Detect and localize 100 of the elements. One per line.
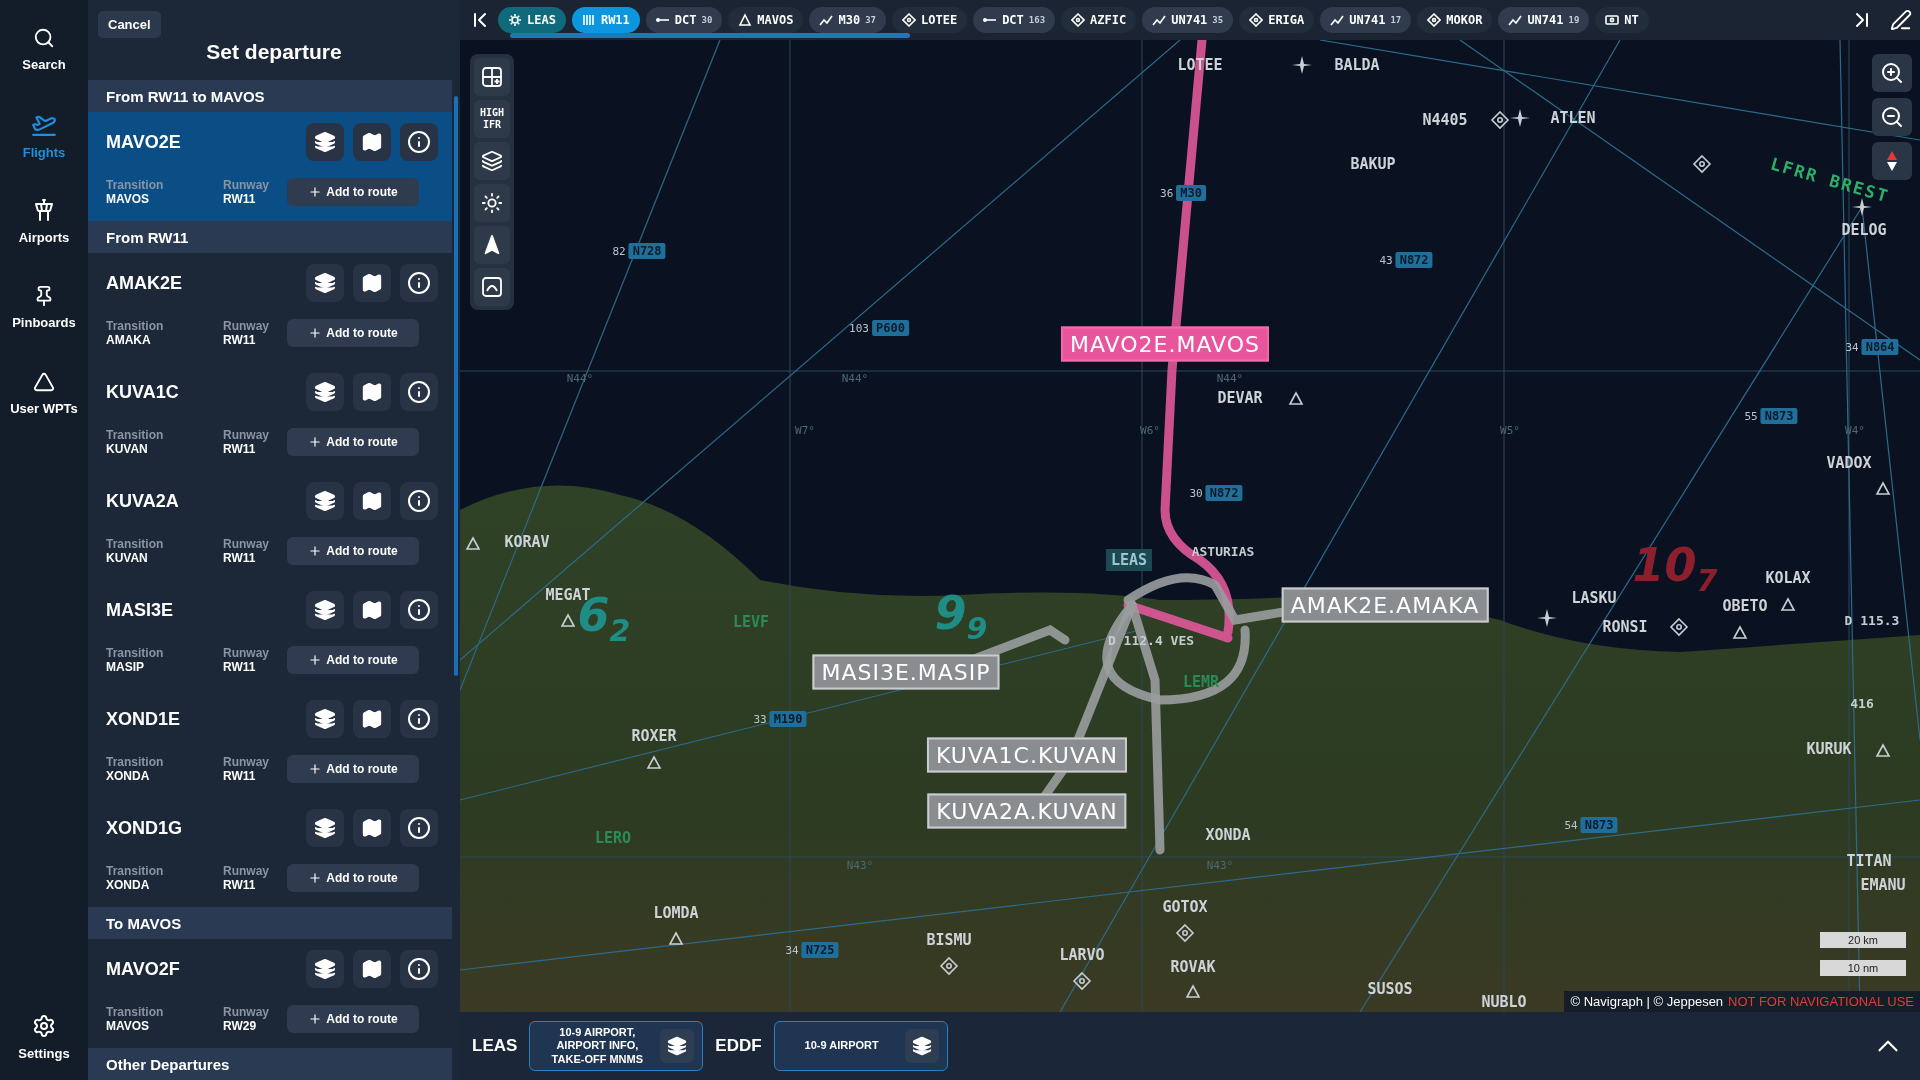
layers-button[interactable] bbox=[474, 142, 510, 180]
route-item[interactable]: NT bbox=[1595, 7, 1649, 33]
transition-value: MASIP bbox=[106, 660, 145, 674]
layers-button[interactable] bbox=[306, 700, 344, 738]
route-mode-button[interactable] bbox=[474, 268, 510, 306]
route-item[interactable]: ERIGA bbox=[1239, 7, 1315, 33]
runway-label: Runway bbox=[223, 428, 270, 442]
layers-button[interactable] bbox=[306, 591, 344, 629]
add-to-route-button[interactable]: Add to route bbox=[287, 646, 419, 674]
info-icon bbox=[407, 489, 431, 513]
map-button[interactable] bbox=[353, 373, 391, 411]
info-button[interactable] bbox=[400, 809, 438, 847]
route-item[interactable]: UN741 35 bbox=[1142, 7, 1234, 33]
procedure-name: KUVA2A bbox=[106, 490, 180, 512]
leg-distance: 30 bbox=[701, 15, 713, 25]
info-button[interactable] bbox=[400, 264, 438, 302]
layers-button[interactable] bbox=[306, 950, 344, 988]
nav-item[interactable]: User WPTs bbox=[4, 358, 84, 428]
grid-altitude-number: 10$_{7}$ bbox=[1632, 537, 1718, 599]
map-button[interactable] bbox=[353, 591, 391, 629]
scrollbar[interactable] bbox=[454, 96, 458, 676]
cancel-button[interactable]: Cancel bbox=[98, 11, 161, 38]
airway-distance: 43 bbox=[1379, 253, 1393, 267]
chart-button[interactable]: 10-9 AIRPORT, AIRPORT INFO, TAKE-OFF MNMS bbox=[529, 1021, 704, 1071]
runway-value: RW11 bbox=[223, 769, 257, 783]
nav-item[interactable]: Pinboards bbox=[4, 272, 84, 342]
map-button[interactable] bbox=[353, 123, 391, 161]
map-button[interactable] bbox=[353, 264, 391, 302]
layers-button[interactable] bbox=[306, 264, 344, 302]
add-to-route-button[interactable]: Add to route bbox=[287, 1005, 419, 1033]
waypoint-label: LARVO bbox=[1059, 946, 1105, 964]
add-chart-button[interactable] bbox=[474, 58, 510, 96]
brightness-button[interactable] bbox=[474, 184, 510, 222]
map-icon bbox=[361, 958, 383, 980]
map-button[interactable] bbox=[353, 482, 391, 520]
route-item[interactable]: M30 37 bbox=[809, 7, 886, 33]
layers-icon bbox=[314, 381, 336, 403]
route-item[interactable]: DCT 163 bbox=[973, 7, 1056, 33]
route-item[interactable]: UN741 19 bbox=[1498, 7, 1590, 33]
info-button[interactable] bbox=[400, 950, 438, 988]
sun-icon bbox=[481, 192, 503, 214]
map-icon bbox=[361, 131, 383, 153]
leg-distance: 17 bbox=[1390, 15, 1402, 25]
info-button[interactable] bbox=[400, 123, 438, 161]
info-icon bbox=[407, 598, 431, 622]
layers-button[interactable] bbox=[306, 373, 344, 411]
map-button[interactable] bbox=[353, 950, 391, 988]
transition-label: Transition bbox=[106, 428, 165, 442]
route-item[interactable]: DCT 30 bbox=[645, 7, 723, 33]
waypoint-label: GOTOX bbox=[1162, 898, 1208, 916]
transition-label: Transition bbox=[106, 319, 165, 333]
map-button[interactable] bbox=[353, 700, 391, 738]
route-item[interactable]: LOTEE bbox=[892, 7, 968, 33]
add-to-route-button[interactable]: Add to route bbox=[287, 178, 419, 206]
layers-button[interactable] bbox=[306, 482, 344, 520]
route-item[interactable]: LEAS bbox=[498, 7, 566, 33]
info-button[interactable] bbox=[400, 700, 438, 738]
procedure-row[interactable]: MAVO2E Transition MAVOS Runway RW11 Add to route bbox=[88, 112, 452, 221]
info-icon bbox=[407, 271, 431, 295]
edit-button[interactable] bbox=[1890, 9, 1912, 31]
add-to-route-button[interactable]: Add to route bbox=[287, 864, 419, 892]
add-to-route-button[interactable]: Add to route bbox=[287, 319, 419, 347]
route-scrollbar[interactable] bbox=[510, 33, 910, 38]
layers-button[interactable] bbox=[306, 123, 344, 161]
layers-button[interactable] bbox=[306, 809, 344, 847]
settings-nav-item[interactable]: Settings bbox=[4, 1002, 84, 1072]
add-to-route-button[interactable]: Add to route bbox=[287, 755, 419, 783]
info-button[interactable] bbox=[400, 591, 438, 629]
orientation-button[interactable] bbox=[474, 226, 510, 264]
transition-label: Transition bbox=[106, 537, 165, 551]
zoom-in-icon bbox=[1880, 61, 1904, 85]
zoom-out-button[interactable] bbox=[1872, 98, 1912, 136]
plus-icon bbox=[308, 653, 323, 667]
waypoint-label: DEVAR bbox=[1217, 389, 1263, 407]
transition-value: MAVOS bbox=[106, 192, 151, 206]
chart-type-button[interactable]: HIGH IFR bbox=[474, 100, 510, 138]
route-item[interactable]: MAVOS bbox=[728, 7, 804, 33]
transition-label: Transition bbox=[106, 864, 165, 878]
layers-icon bbox=[314, 599, 336, 621]
map-button[interactable] bbox=[353, 809, 391, 847]
route-item[interactable]: UN741 17 bbox=[1320, 7, 1412, 33]
navaid-label: 416 bbox=[1850, 695, 1874, 711]
runway-icon bbox=[581, 13, 596, 27]
nav-item[interactable]: Search bbox=[4, 14, 84, 84]
chart-button[interactable]: 10-9 AIRPORT bbox=[773, 1021, 948, 1071]
route-item[interactable]: AZFIC bbox=[1061, 7, 1137, 33]
zoom-in-button[interactable] bbox=[1872, 54, 1912, 92]
procedure-name: AMAK2E bbox=[106, 272, 183, 294]
transition-label: Transition bbox=[106, 1005, 165, 1019]
airport-label: LERO bbox=[593, 828, 633, 849]
map-view[interactable] bbox=[460, 40, 1920, 1012]
route-item[interactable]: MOKOR bbox=[1417, 7, 1493, 33]
add-to-route-button[interactable]: Add to route bbox=[287, 537, 419, 565]
info-button[interactable] bbox=[400, 373, 438, 411]
info-icon bbox=[407, 957, 431, 981]
nav-item[interactable]: Airports bbox=[4, 186, 84, 256]
add-to-route-button[interactable]: Add to route bbox=[287, 428, 419, 456]
info-button[interactable] bbox=[400, 482, 438, 520]
zigzag-icon bbox=[819, 13, 834, 27]
nav-item[interactable]: Flights bbox=[4, 100, 84, 170]
